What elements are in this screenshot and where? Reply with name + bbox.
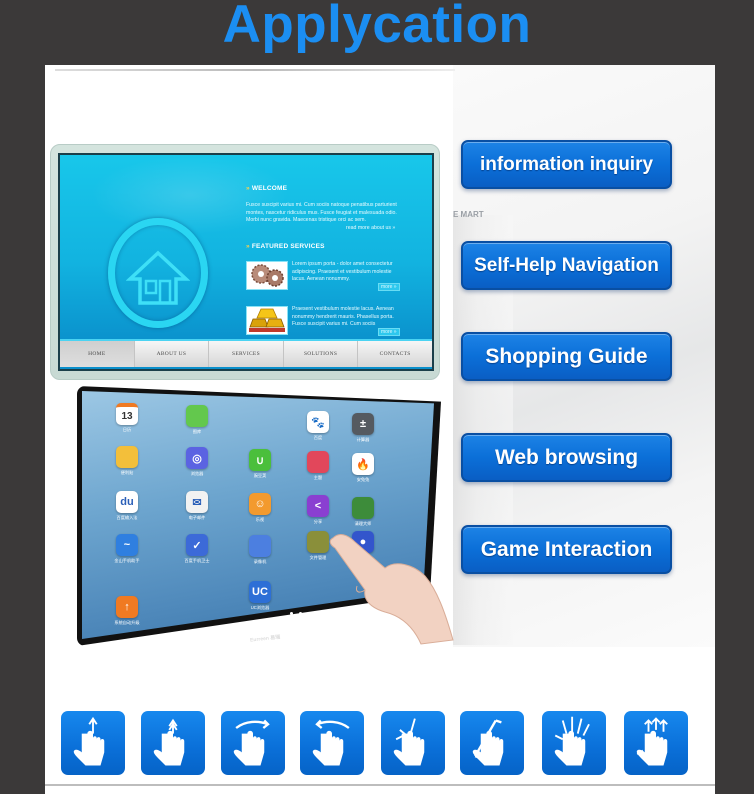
app-themes[interactable]: 主题	[305, 451, 331, 481]
tap-icon	[61, 711, 125, 775]
app-notes[interactable]: 便利贴	[114, 446, 140, 476]
gesture-icons	[61, 711, 701, 775]
app-uc-browser[interactable]: UC UC浏览器	[247, 581, 273, 611]
feature-web-browsing[interactable]: Web browsing	[461, 433, 672, 482]
spread-icon	[460, 711, 524, 775]
app-label: UC浏览器	[250, 605, 270, 610]
app-photos[interactable]: 图库	[184, 405, 210, 435]
baidu-icon: 🐾	[307, 411, 329, 433]
app-antutu[interactable]: 🔥 安兔兔	[350, 453, 376, 483]
nav-home[interactable]: HOME	[60, 341, 135, 367]
house-icon	[126, 250, 190, 305]
app-label: 浏览器	[190, 471, 204, 476]
app-label: 图库	[192, 429, 202, 434]
app-label: 安兔兔	[356, 477, 370, 482]
service-text: Lorem ipsum porta - dolor amet consectet…	[292, 261, 393, 283]
app-baidu[interactable]: 🐾 百度	[305, 411, 331, 441]
feature-game-interaction[interactable]: Game Interaction	[461, 525, 672, 574]
feature-shopping-guide[interactable]: Shopping Guide	[461, 332, 672, 381]
website-nav: HOME ABOUT US SERVICES SOLUTIONS CONTACT…	[60, 339, 432, 367]
photos-icon	[186, 405, 208, 427]
five-finger-spread-icon	[542, 711, 606, 775]
updater-icon: ↑	[116, 596, 138, 618]
app-smile[interactable]: ☺ 乐视	[247, 493, 273, 523]
app-updater[interactable]: ↑ 系统自动升级	[114, 596, 140, 626]
read-more-link[interactable]: read more about us »	[346, 225, 395, 231]
brand-logo: Eurreen 易瑞	[249, 634, 281, 644]
page-title: Applycation	[222, 0, 532, 54]
double-tap-icon	[141, 711, 205, 775]
app-label: 主题	[313, 475, 323, 480]
app-label: 金山手机助手	[114, 558, 140, 563]
app-label: 百度	[313, 435, 323, 440]
share-icon: <	[307, 495, 329, 517]
divider	[55, 69, 455, 71]
app-label: 计算器	[356, 437, 370, 442]
swipe-right-icon	[221, 711, 285, 775]
gears-image	[246, 261, 288, 290]
themes-icon	[307, 451, 329, 473]
app-kingsoft[interactable]: ~ 金山手机助手	[114, 534, 140, 564]
calculator-icon: ±	[352, 413, 374, 435]
feature-self-help-navigation[interactable]: Self-Help Navigation	[461, 241, 672, 290]
nav-contacts[interactable]: CONTACTS	[358, 341, 432, 367]
divider	[45, 784, 715, 786]
app-label: 日历	[122, 427, 132, 432]
app-label: 电子邮件	[188, 515, 206, 520]
welcome-text: Fusce suscipit varius mi. Cum sociis nat…	[246, 202, 397, 224]
featured-heading: » FEATURED SERVICES	[246, 243, 325, 250]
feature-information-inquiry[interactable]: information inquiry	[461, 140, 672, 189]
app-label: 便利贴	[120, 470, 134, 475]
swipe-left-icon	[300, 711, 364, 775]
app-label: 豌豆荚	[253, 473, 267, 478]
app-calculator[interactable]: ± 计算器	[350, 413, 376, 443]
content-panel: E MART » WELCOME Fusce suscipit varius mi…	[45, 65, 715, 794]
input-method-icon: du	[116, 491, 138, 513]
app-label: 百度手机卫士	[184, 558, 210, 563]
app-browser[interactable]: ◎ 浏览器	[184, 447, 210, 477]
app-label: 百度输入法	[116, 515, 138, 520]
mall-sign: E MART	[453, 210, 484, 219]
app-email[interactable]: ✉ 电子邮件	[184, 491, 210, 521]
more-button[interactable]: more »	[378, 283, 400, 291]
antutu-icon: 🔥	[352, 453, 374, 475]
gold-bars-image	[246, 306, 288, 335]
multi-finger-swipe-icon	[624, 711, 688, 775]
browser-icon: ◎	[186, 447, 208, 469]
wandoujia-icon: ∪	[249, 449, 271, 471]
nav-services[interactable]: SERVICES	[209, 341, 284, 367]
nav-about-us[interactable]: ABOUT US	[135, 341, 210, 367]
app-wandoujia[interactable]: ∪ 豌豆荚	[247, 449, 273, 479]
app-label: 乐视	[255, 517, 265, 522]
welcome-heading: » WELCOME	[246, 185, 288, 192]
app-calendar[interactable]: 13 日历	[114, 403, 140, 433]
nav-solutions[interactable]: SOLUTIONS	[284, 341, 359, 367]
page-indicator	[290, 602, 317, 620]
security-icon: ✓	[186, 534, 208, 556]
kingsoft-icon: ~	[116, 534, 138, 556]
pointing-hand-icon	[329, 534, 454, 645]
kiosk-monitor: » WELCOME Fusce suscipit varius mi. Cum s…	[50, 144, 440, 380]
email-icon: ✉	[186, 491, 208, 513]
more-button[interactable]: more »	[378, 328, 400, 336]
app-input-method[interactable]: du 百度输入法	[114, 491, 140, 521]
cleaner-icon	[352, 497, 374, 519]
app-label: 录像机	[253, 559, 267, 564]
kiosk-screen: » WELCOME Fusce suscipit varius mi. Cum s…	[58, 153, 434, 371]
smile-icon: ☺	[249, 493, 271, 515]
service-text: Praesent vestibulum molestie lacus. Aene…	[292, 306, 394, 328]
notes-icon	[116, 446, 138, 468]
app-recorder[interactable]: 录像机	[247, 535, 273, 565]
recorder-icon	[249, 535, 271, 557]
app-security[interactable]: ✓ 百度手机卫士	[184, 534, 210, 564]
uc-browser-icon: UC	[249, 581, 271, 603]
calendar-icon: 13	[116, 403, 138, 425]
app-label: 系统自动升级	[114, 620, 140, 625]
pinch-icon	[381, 711, 445, 775]
